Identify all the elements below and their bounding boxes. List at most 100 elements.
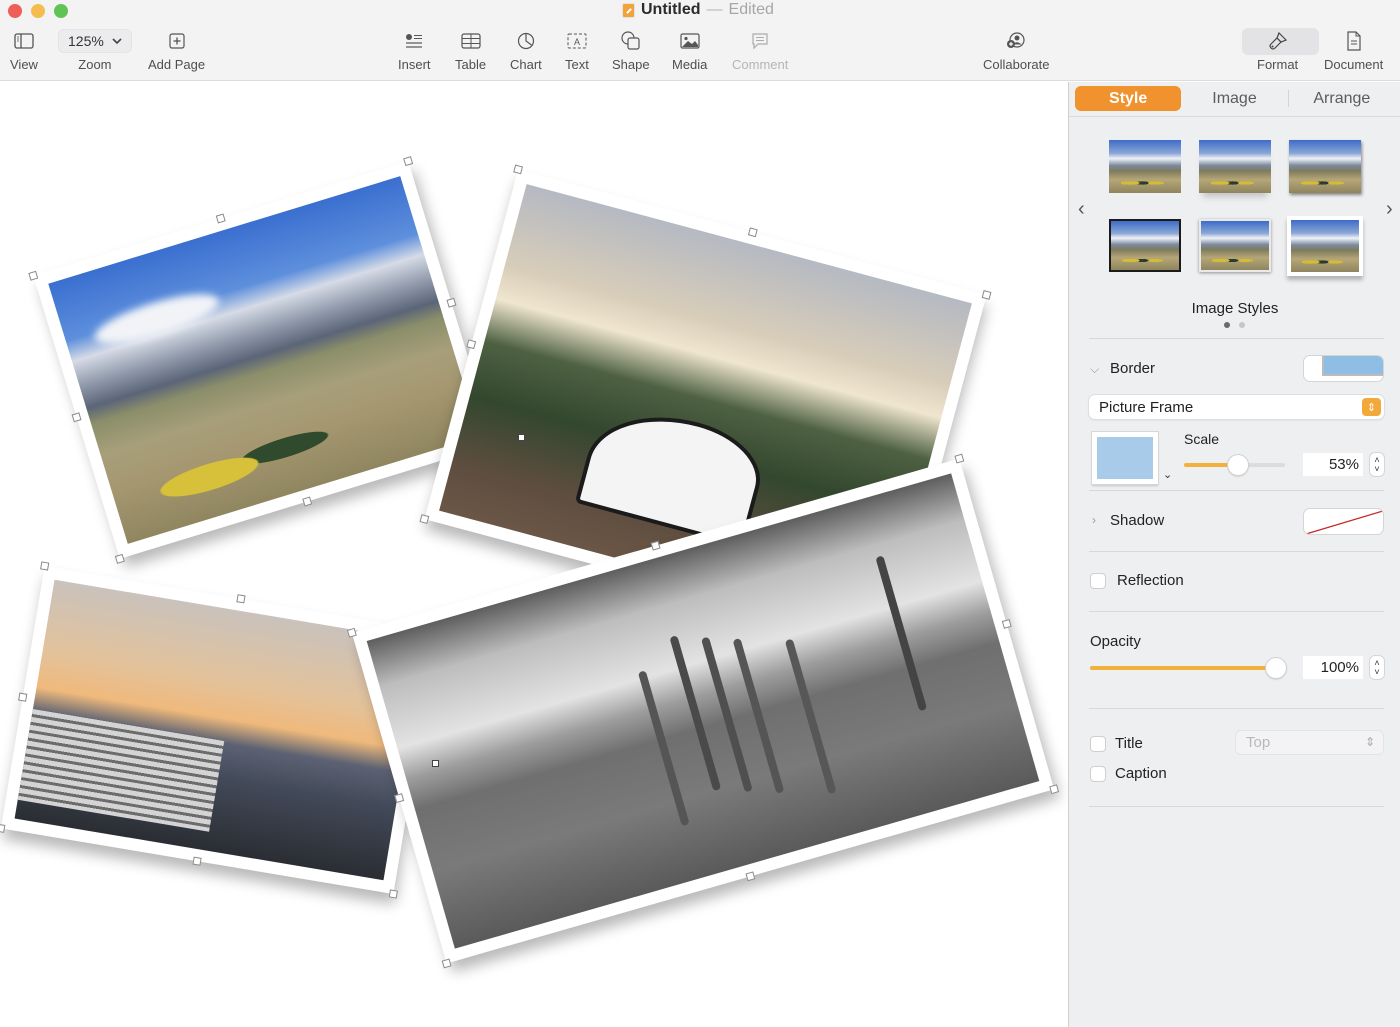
- chevron-down-icon[interactable]: ⌄: [1163, 468, 1172, 481]
- chevron-down-icon: [112, 37, 122, 44]
- title-position-popup[interactable]: Top ⇕: [1235, 730, 1384, 755]
- scale-stepper[interactable]: ˄ ˅: [1370, 453, 1384, 476]
- resize-handle[interactable]: [394, 793, 405, 804]
- page-dot-2[interactable]: [1239, 322, 1245, 328]
- image-style-3[interactable]: [1289, 140, 1361, 193]
- no-shadow-icon: [1305, 510, 1383, 534]
- selection-handle[interactable]: [518, 434, 525, 441]
- image-style-2[interactable]: [1199, 140, 1271, 193]
- resize-handle[interactable]: [388, 889, 398, 899]
- resize-handle[interactable]: [18, 692, 28, 702]
- opacity-field[interactable]: 100%: [1303, 656, 1363, 679]
- sunset-photo[interactable]: [0, 561, 442, 899]
- border-label: Border: [1110, 360, 1156, 377]
- resize-handle[interactable]: [215, 213, 226, 224]
- close-window-button[interactable]: [8, 4, 22, 18]
- shape-button[interactable]: Shape: [612, 28, 650, 72]
- resize-handle[interactable]: [513, 164, 524, 175]
- comment-label: Comment: [732, 57, 789, 72]
- resize-handle[interactable]: [403, 156, 414, 167]
- zoom-value: 125%: [68, 33, 104, 49]
- tab-arrange[interactable]: Arrange: [1289, 86, 1395, 111]
- resize-handle[interactable]: [446, 297, 457, 308]
- document-canvas[interactable]: [0, 82, 1068, 1027]
- resize-handle[interactable]: [0, 823, 6, 833]
- popup-stepper-icon: ⇕: [1362, 398, 1381, 416]
- reflection-checkbox[interactable]: [1090, 573, 1106, 589]
- resize-handle[interactable]: [747, 227, 758, 238]
- resize-handle[interactable]: [745, 871, 756, 882]
- chevron-right-icon[interactable]: ›: [1386, 198, 1393, 221]
- tab-style[interactable]: Style: [1075, 86, 1182, 111]
- resize-handle[interactable]: [71, 412, 82, 423]
- document-status: Edited: [728, 1, 774, 18]
- format-button[interactable]: Format: [1257, 28, 1298, 72]
- comment-button[interactable]: Comment: [732, 28, 788, 72]
- scale-slider-knob[interactable]: [1227, 455, 1248, 475]
- media-button[interactable]: Media: [672, 28, 707, 72]
- resize-handle[interactable]: [419, 514, 430, 524]
- table-button[interactable]: Table: [455, 28, 486, 72]
- resize-handle[interactable]: [236, 594, 246, 604]
- page-dot-1[interactable]: [1224, 322, 1230, 328]
- document-name[interactable]: Untitled: [641, 1, 701, 19]
- image-style-1[interactable]: [1109, 140, 1181, 193]
- resize-handle[interactable]: [302, 496, 313, 507]
- resize-handle[interactable]: [1001, 618, 1012, 629]
- mountains-photo[interactable]: [28, 156, 500, 564]
- image-styles-label: Image Styles: [1191, 300, 1279, 317]
- image-style-6[interactable]: [1287, 216, 1363, 276]
- image-style-4[interactable]: [1109, 219, 1181, 272]
- frame-color-well[interactable]: [1092, 432, 1158, 484]
- resize-handle[interactable]: [466, 339, 477, 350]
- resize-handle[interactable]: [441, 958, 452, 969]
- media-label: Media: [672, 57, 708, 72]
- resize-handle[interactable]: [40, 561, 50, 571]
- caption-checkbox[interactable]: [1090, 766, 1106, 782]
- opacity-slider-knob[interactable]: [1266, 658, 1286, 678]
- resize-handle[interactable]: [954, 453, 965, 464]
- zoom-window-button[interactable]: [54, 4, 68, 18]
- selection-handle[interactable]: [432, 760, 439, 767]
- minimize-window-button[interactable]: [31, 4, 45, 18]
- scale-slider[interactable]: [1184, 455, 1285, 475]
- border-style-well[interactable]: [1303, 355, 1384, 382]
- border-type-popup[interactable]: Picture Frame ⇕: [1089, 395, 1384, 419]
- opacity-slider[interactable]: [1090, 658, 1286, 678]
- chevron-down-icon[interactable]: ˅: [1374, 464, 1379, 474]
- frame-color-swatch: [1097, 437, 1153, 479]
- chevron-left-icon[interactable]: ‹: [1078, 198, 1085, 221]
- title-checkbox[interactable]: [1090, 736, 1106, 752]
- cactus-photo[interactable]: [346, 453, 1060, 969]
- collaborate-button[interactable]: Collaborate: [983, 28, 1050, 72]
- add-page-button[interactable]: Add Page: [148, 28, 205, 72]
- zoom-popup[interactable]: 125%: [58, 29, 132, 53]
- style-page-indicator[interactable]: [1224, 322, 1245, 328]
- text-label: Text: [565, 57, 589, 72]
- resize-handle[interactable]: [192, 856, 202, 866]
- document-button[interactable]: Document: [1324, 28, 1383, 72]
- resize-handle[interactable]: [981, 290, 992, 300]
- text-box-icon: A: [567, 28, 587, 54]
- resize-handle[interactable]: [28, 270, 39, 281]
- opacity-stepper[interactable]: ˄ ˅: [1370, 656, 1384, 679]
- resize-handle[interactable]: [346, 627, 357, 638]
- cactus-image: [366, 473, 1040, 949]
- image-style-5[interactable]: [1199, 219, 1271, 272]
- view-button[interactable]: View: [10, 28, 38, 72]
- resize-handle[interactable]: [114, 553, 125, 564]
- zoom-control[interactable]: 125% Zoom: [58, 28, 132, 72]
- chevron-right-icon[interactable]: ›: [1092, 513, 1096, 527]
- scale-field[interactable]: 53%: [1303, 453, 1363, 476]
- tab-image[interactable]: Image: [1181, 86, 1287, 111]
- window-title: Untitled — Edited: [622, 1, 774, 19]
- chart-button[interactable]: Chart: [510, 28, 542, 72]
- chart-label: Chart: [510, 57, 542, 72]
- resize-handle[interactable]: [1049, 784, 1060, 795]
- title-label: Title: [1115, 735, 1143, 752]
- shadow-style-well[interactable]: [1303, 508, 1384, 535]
- text-button[interactable]: A Text: [565, 28, 589, 72]
- chevron-down-icon[interactable]: ⌵: [1090, 362, 1099, 377]
- insert-button[interactable]: Insert: [398, 28, 431, 72]
- chevron-down-icon[interactable]: ˅: [1374, 667, 1379, 677]
